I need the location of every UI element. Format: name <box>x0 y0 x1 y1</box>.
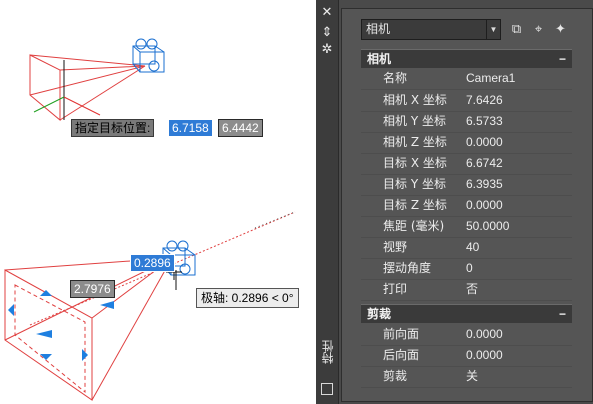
property-row[interactable]: 名称 Camera1 <box>361 68 572 90</box>
property-row[interactable]: 摆动角度 0 <box>361 258 572 280</box>
property-value[interactable]: 40 <box>466 237 479 258</box>
property-key: 名称 <box>383 71 408 85</box>
polar-tracking-line <box>254 211 296 229</box>
property-key: 相机 X 坐标 <box>383 93 447 107</box>
model-space-drawing[interactable] <box>0 0 316 404</box>
section-header-camera[interactable]: 相机 − <box>361 49 572 68</box>
property-key: 相机 Z 坐标 <box>383 135 447 149</box>
target-y-input[interactable]: 6.4442 <box>218 119 263 137</box>
property-key: 剪裁 <box>383 369 408 383</box>
select-objects-icon[interactable]: ⌖ <box>530 20 547 37</box>
palette-vertical-title: 特性 <box>321 340 335 364</box>
property-value[interactable]: 0 <box>466 258 473 279</box>
collapse-icon[interactable]: − <box>559 50 566 68</box>
property-value[interactable]: 7.6426 <box>466 90 503 111</box>
property-key: 前向面 <box>383 327 420 341</box>
property-row[interactable]: 目标 Z 坐标 0.0000 <box>361 195 572 217</box>
property-row[interactable]: 相机 X 坐标 7.6426 <box>361 90 572 112</box>
property-value[interactable]: 否 <box>466 279 478 300</box>
property-key: 焦距 (毫米) <box>383 219 445 233</box>
property-row[interactable]: 剪裁 关 <box>361 366 572 388</box>
property-value[interactable]: Camera1 <box>466 68 515 89</box>
property-key: 目标 Y 坐标 <box>383 177 446 191</box>
camera-glyph-top <box>132 38 165 73</box>
close-icon[interactable]: ✕ <box>320 5 334 19</box>
toggle-pickadd-icon[interactable]: ⧉ <box>508 20 525 37</box>
palette-menu-icon[interactable] <box>321 383 333 395</box>
camera-frustum-top <box>29 54 146 122</box>
section-header-clipping[interactable]: 剪裁 − <box>361 304 572 323</box>
property-value[interactable]: 6.3935 <box>466 174 503 195</box>
property-value[interactable]: 0.0000 <box>466 324 503 345</box>
drawing-canvas[interactable]: 指定目标位置: 6.7158 6.4442 0.2896 2.7976 极轴: … <box>0 0 316 404</box>
property-key: 打印 <box>383 282 408 296</box>
property-key: 摆动角度 <box>383 261 432 275</box>
property-key: 后向面 <box>383 348 420 362</box>
dynamic-input-field[interactable]: 0.2896 <box>130 254 175 272</box>
autohide-icon[interactable]: ⇕ <box>320 25 334 39</box>
property-value[interactable]: 6.5733 <box>466 111 503 132</box>
property-row[interactable]: 后向面 0.0000 <box>361 345 572 367</box>
property-value[interactable]: 50.0000 <box>466 216 509 237</box>
properties-icon[interactable]: ✲ <box>320 42 334 56</box>
object-type-value: 相机 <box>366 22 391 36</box>
target-position-prompt: 指定目标位置: <box>71 119 155 137</box>
target-x-input[interactable]: 6.7158 <box>168 119 213 137</box>
collapse-icon[interactable]: − <box>559 305 566 323</box>
property-row[interactable]: 相机 Y 坐标 6.5733 <box>361 111 572 133</box>
property-key: 目标 X 坐标 <box>383 156 447 170</box>
property-row[interactable]: 焦距 (毫米) 50.0000 <box>361 216 572 238</box>
quick-select-icon[interactable]: ✦ <box>552 20 569 37</box>
property-value[interactable]: 0.0000 <box>466 132 503 153</box>
property-key: 目标 Z 坐标 <box>383 198 447 212</box>
property-row[interactable]: 目标 X 坐标 6.6742 <box>361 153 572 175</box>
chevron-down-icon[interactable]: ▼ <box>486 20 500 39</box>
property-key: 相机 Y 坐标 <box>383 114 446 128</box>
property-row[interactable]: 目标 Y 坐标 6.3935 <box>361 174 572 196</box>
property-row[interactable]: 打印 否 <box>361 279 572 301</box>
property-row[interactable]: 前向面 0.0000 <box>361 324 572 346</box>
property-value[interactable]: 6.6742 <box>466 153 503 174</box>
property-value[interactable]: 0.0000 <box>466 195 503 216</box>
property-row[interactable]: 视野 40 <box>361 237 572 259</box>
polar-tooltip: 极轴: 0.2896 < 0° <box>196 288 299 308</box>
section-title: 相机 <box>367 52 392 66</box>
property-key: 视野 <box>383 240 408 254</box>
section-title: 剪裁 <box>367 307 392 321</box>
distance-readout: 2.7976 <box>70 280 115 298</box>
property-value[interactable]: 关 <box>466 366 478 387</box>
property-value[interactable]: 0.0000 <box>466 345 503 366</box>
property-row[interactable]: 相机 Z 坐标 0.0000 <box>361 132 572 154</box>
object-type-select[interactable]: 相机 ▼ <box>361 19 501 40</box>
